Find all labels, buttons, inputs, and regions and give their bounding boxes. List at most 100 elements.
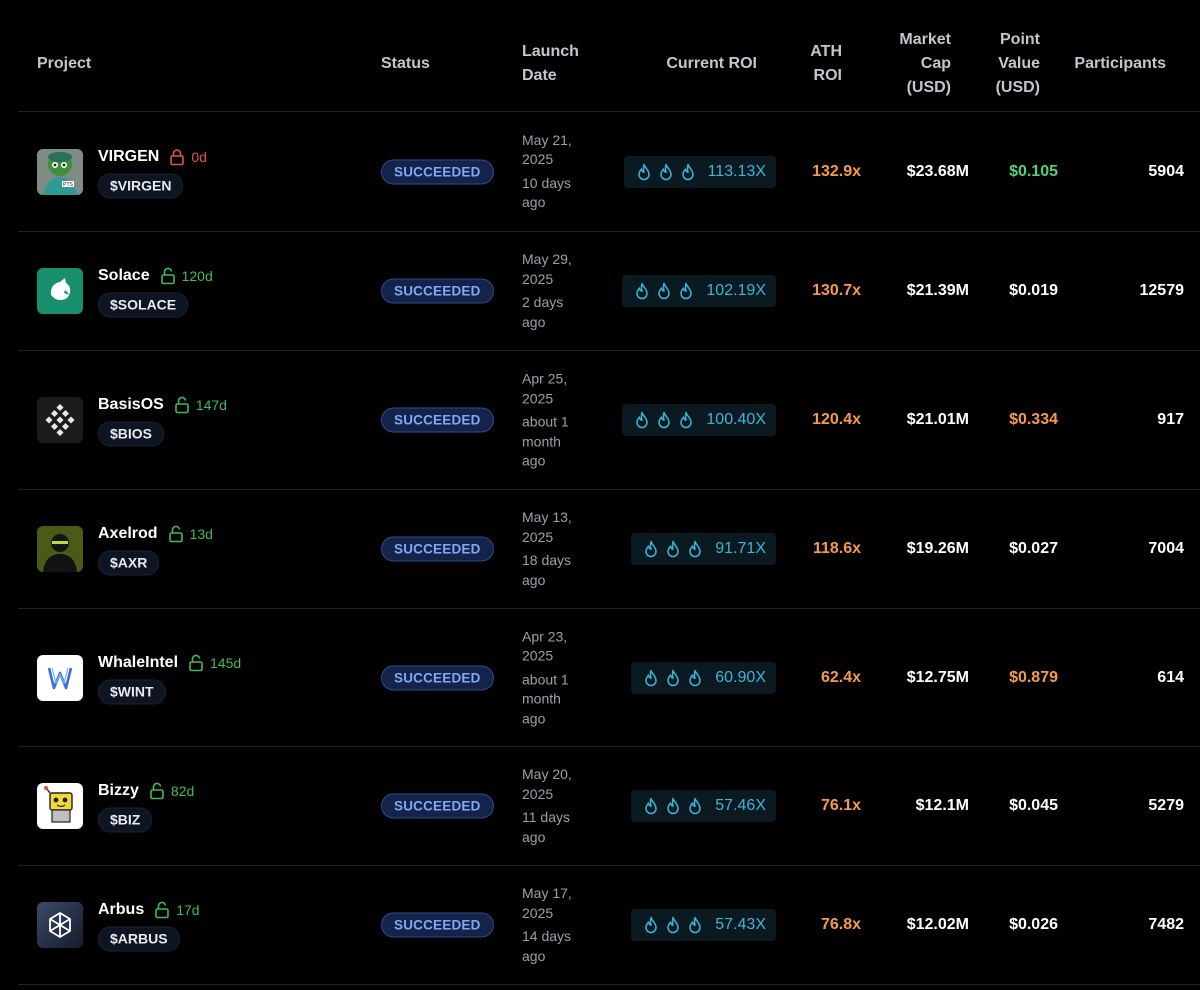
launch-ago-line: month [522, 432, 561, 449]
point-value: $0.879 [1009, 668, 1058, 686]
launch-ago-line: ago [522, 571, 546, 588]
table-row[interactable]: WhaleIntel 145d $WINT SUCCEEDED Apr 23, 2… [18, 609, 1200, 747]
flame-icon [665, 916, 687, 934]
table-row[interactable]: Arbus 17d $ARBUS SUCCEEDED May 17, 2025 14… [18, 866, 1200, 985]
launch-date: May 17, 2025 14 days ago [522, 884, 592, 966]
lock-indicator: 120d [159, 267, 213, 285]
table-header: Project Status Launch Date Current ROI AT… [18, 0, 1200, 112]
current-roi-value: 100.40X [706, 411, 766, 428]
launch-ago-line: month [522, 690, 561, 707]
project-name-line: Solace 120d [98, 265, 213, 287]
market-cap-value: $12.75M [906, 668, 969, 686]
table-row[interactable]: Bizzy 82d $BIZ SUCCEEDED May 20, 2025 11 d… [18, 747, 1200, 866]
launch-ago: 11 days ago [522, 808, 592, 847]
ticker-badge: $VIRGEN [98, 173, 184, 198]
market-cap-value: $23.68M [906, 162, 969, 180]
lock-days: 13d [189, 526, 213, 542]
header-status[interactable]: Status [381, 52, 430, 76]
status-badge: SUCCEEDED [381, 278, 494, 304]
current-roi-badge: 57.46X [631, 790, 776, 822]
header-project[interactable]: Project [37, 52, 91, 76]
launch-date-line: 2025 [522, 785, 554, 802]
lock-days: 82d [170, 783, 195, 799]
current-roi-badge: 102.19X [622, 275, 776, 307]
participants-value: 7482 [1148, 916, 1184, 933]
market-cap-value: $19.26M [906, 540, 969, 557]
launch-date: May 13, 2025 18 days ago [522, 508, 592, 590]
launch-date-line: May 21, [522, 131, 572, 148]
flame-icons [634, 282, 700, 300]
flame-icon [680, 163, 702, 181]
project-name-line: WhaleIntel 145d [98, 652, 241, 674]
header-participants[interactable]: Participants [1074, 52, 1166, 76]
table-row[interactable]: Axelrod 13d $AXR SUCCEEDED May 13, 2025 18… [18, 490, 1200, 609]
status-badge: SUCCEEDED [381, 912, 494, 938]
launch-ago-line: ago [522, 452, 546, 469]
table-row[interactable]: PTS VIRGEN 0d $VIRGEN SUCCEEDED May 21, 2… [18, 112, 1200, 232]
flame-icon [678, 411, 700, 429]
launch-date-line: 2025 [522, 647, 554, 664]
basisos-logo[interactable] [37, 397, 83, 443]
flame-icon [665, 669, 687, 687]
project-name[interactable]: Axelrod [98, 523, 158, 545]
flame-icon [643, 797, 665, 815]
launch-date-line: May 20, [522, 766, 572, 782]
status-badge: SUCCEEDED [381, 407, 494, 433]
current-roi-value: 60.90X [715, 668, 766, 686]
participants-value: 5279 [1148, 797, 1184, 814]
project-name[interactable]: Solace [98, 265, 150, 287]
ath-roi-value: 76.1x [820, 797, 861, 814]
participants-value: 614 [1157, 668, 1184, 686]
project-name[interactable]: BasisOS [98, 394, 164, 416]
project-name[interactable]: WhaleIntel [98, 652, 178, 674]
project-name-line: BasisOS 147d [98, 394, 227, 416]
flame-icons [643, 797, 709, 815]
launch-ago-line: 10 days [522, 174, 572, 191]
axelrod-logo[interactable] [37, 526, 83, 572]
launch-date: May 20, 2025 11 days ago [522, 765, 592, 847]
table-row[interactable]: Solace 120d $SOLACE SUCCEEDED May 29, 202… [18, 232, 1200, 351]
header-point-value[interactable]: Point Value (USD) [996, 28, 1040, 100]
launch-date: Apr 23, 2025 about 1 month ago [522, 627, 592, 729]
launch-ago: about 1 month ago [522, 412, 592, 471]
status-badge: SUCCEEDED [381, 793, 494, 819]
point-value: $0.045 [1009, 797, 1058, 814]
launch-ago: 10 days ago [522, 174, 592, 213]
launch-date-line: 2025 [522, 528, 554, 545]
header-current-roi[interactable]: Current ROI [666, 52, 757, 76]
flame-icon [678, 282, 700, 300]
ath-roi-value: 62.4x [820, 668, 861, 686]
ath-roi-value: 118.6x [812, 540, 861, 557]
project-name-line: Bizzy 82d [98, 780, 194, 802]
lock-open-icon [148, 782, 171, 800]
launch-date-line: 2025 [522, 904, 554, 921]
lock-indicator: 82d [148, 782, 194, 800]
flame-icon [643, 540, 665, 558]
project-name[interactable]: Bizzy [98, 780, 139, 802]
launch-ago-line: ago [522, 709, 546, 726]
flame-icons [634, 411, 700, 429]
participants-value: 5904 [1148, 162, 1184, 180]
launch-ago: 18 days ago [522, 551, 592, 590]
header-launch-date[interactable]: Launch Date [522, 40, 579, 88]
whaleintel-logo[interactable] [37, 654, 83, 701]
header-market-cap[interactable]: Market Cap (USD) [899, 28, 951, 100]
lock-indicator: 147d [173, 396, 227, 414]
participants-value: 917 [1157, 411, 1184, 428]
launch-ago: about 1 month ago [522, 670, 592, 729]
bizzy-logo[interactable] [37, 783, 83, 829]
lock-days: 120d [181, 268, 213, 284]
table-row[interactable]: BasisOS 147d $BIOS SUCCEEDED Apr 25, 2025… [18, 351, 1200, 490]
arbus-logo[interactable] [37, 902, 83, 948]
frog-pts-logo[interactable]: PTS [37, 148, 83, 195]
project-name[interactable]: VIRGEN [98, 146, 159, 168]
launch-ago-line: 18 days [522, 552, 572, 568]
current-roi-value: 91.71X [715, 540, 766, 557]
launch-date-line: Apr 23, [522, 627, 568, 644]
current-roi-value: 102.19X [706, 282, 766, 299]
solace-logo[interactable] [37, 268, 83, 314]
lock-indicator: 17d [153, 901, 200, 919]
project-name[interactable]: Arbus [98, 899, 144, 921]
flame-icon [658, 163, 680, 181]
header-ath-roi[interactable]: ATH ROI [810, 40, 842, 88]
